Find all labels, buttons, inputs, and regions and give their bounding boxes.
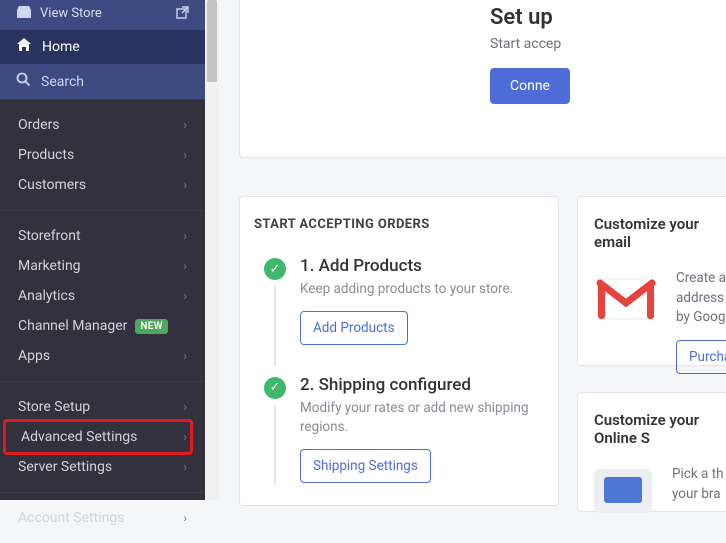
sidebar-item-apps[interactable]: Apps›	[0, 341, 205, 371]
search-label: Search	[41, 74, 84, 90]
setup-payments-card: Set up Start accep Conne	[239, 0, 726, 158]
scrollbar-thumb[interactable]	[207, 0, 217, 82]
home-label: Home	[42, 39, 80, 55]
view-store-row[interactable]: View Store	[0, 0, 205, 30]
email-heading: Customize your email	[594, 215, 726, 251]
add-products-button[interactable]: Add Products	[300, 311, 408, 345]
sidebar-item-home[interactable]: Home	[0, 30, 205, 64]
gmail-icon	[594, 275, 658, 323]
highlight-advanced-settings: Advanced Settings›	[3, 419, 193, 455]
customize-store-card: Customize your Online S Pick a th your b…	[577, 392, 726, 512]
sidebar-item-server-settings[interactable]: Server Settings›	[0, 452, 205, 482]
step-shipping: ✓ 2. Shipping configured Modify your rat…	[254, 375, 544, 483]
sidebar-item-marketing[interactable]: Marketing›	[0, 251, 205, 281]
nav-group-marketing: Storefront› Marketing› Analytics› Channe…	[0, 210, 205, 381]
chevron-right-icon: ›	[183, 349, 187, 363]
connect-button[interactable]: Conne	[490, 68, 570, 104]
nav-group-commerce: Orders› Products› Customers›	[0, 99, 205, 210]
sidebar-item-channel-manager[interactable]: Channel ManagerNEW	[0, 311, 205, 341]
sidebar-item-account-settings[interactable]: Account Settings›	[0, 503, 205, 533]
chevron-right-icon: ›	[183, 259, 187, 273]
chevron-right-icon: ›	[183, 229, 187, 243]
setup-subtitle: Start accep	[490, 36, 726, 52]
start-accepting-orders-card: START ACCEPTING ORDERS ✓ 1. Add Products…	[239, 196, 559, 506]
check-icon: ✓	[264, 377, 286, 399]
sidebar-search[interactable]: Search	[0, 64, 205, 99]
purchase-button[interactable]: Purcha	[676, 340, 726, 374]
store-desc: Pick a th your bra	[672, 465, 724, 504]
external-link-icon	[176, 4, 189, 23]
check-icon: ✓	[264, 258, 286, 280]
step-desc: Keep adding products to your store.	[300, 280, 544, 299]
step-add-products: ✓ 1. Add Products Keep adding products t…	[254, 256, 544, 345]
step-connector	[274, 405, 276, 485]
badge-new: NEW	[135, 319, 167, 334]
store-heading: Customize your Online S	[594, 411, 726, 447]
home-icon	[16, 38, 32, 56]
chevron-right-icon: ›	[183, 511, 187, 525]
sidebar-item-storefront[interactable]: Storefront›	[0, 221, 205, 251]
main-content: ✓ ‹ Set up Start accep Conne START ACCEP…	[219, 0, 726, 500]
chevron-right-icon: ›	[183, 460, 187, 474]
store-icon	[16, 5, 32, 23]
step-connector	[274, 286, 276, 366]
sidebar-header: View Store Home Search	[0, 0, 205, 99]
scrollbar-track[interactable]	[205, 0, 219, 500]
sidebar-item-products[interactable]: Products›	[0, 140, 205, 170]
sidebar-item-store-setup[interactable]: Store Setup›	[0, 392, 205, 422]
customize-email-card: Customize your email Create a address t …	[577, 196, 726, 366]
email-desc: Create a address t by Googl	[676, 269, 726, 328]
step-title: 2. Shipping configured	[300, 375, 544, 395]
chevron-right-icon: ›	[183, 148, 187, 162]
nav-group-setup: Store Setup› Advanced Settings› Server S…	[0, 381, 205, 492]
sidebar-item-orders[interactable]: Orders›	[0, 110, 205, 140]
chevron-right-icon: ›	[183, 118, 187, 132]
shipping-settings-button[interactable]: Shipping Settings	[300, 449, 431, 483]
chevron-right-icon: ›	[183, 178, 187, 192]
step-desc: Modify your rates or add new shipping re…	[300, 399, 544, 437]
sidebar-item-analytics[interactable]: Analytics›	[0, 281, 205, 311]
setup-title: Set up	[490, 5, 726, 30]
chevron-right-icon: ›	[183, 430, 187, 444]
sidebar-item-customers[interactable]: Customers›	[0, 170, 205, 200]
chevron-right-icon: ›	[183, 289, 187, 303]
sidebar-item-advanced-settings[interactable]: Advanced Settings›	[6, 422, 190, 452]
orders-heading: START ACCEPTING ORDERS	[254, 217, 544, 232]
step-title: 1. Add Products	[300, 256, 544, 276]
theme-icon	[594, 469, 652, 513]
view-store-label: View Store	[40, 6, 102, 21]
chevron-right-icon: ›	[183, 400, 187, 414]
sidebar: View Store Home Search Orders› Products›…	[0, 0, 205, 500]
search-icon	[16, 72, 31, 91]
